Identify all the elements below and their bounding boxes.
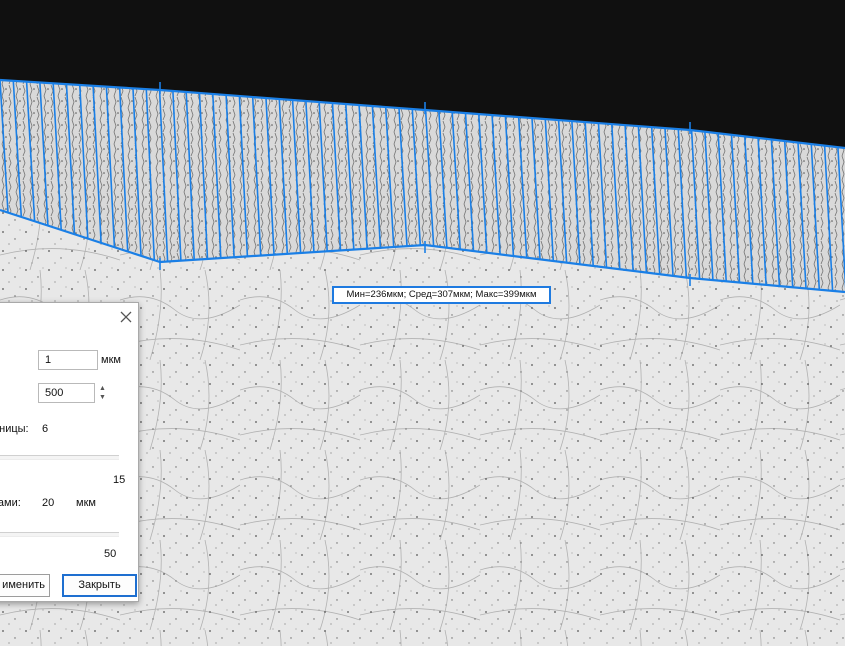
slider2-track[interactable] (0, 532, 119, 537)
step-label: тами: (0, 497, 21, 509)
measurement-dialog: 1 мкм 500 ▲ ▼ аницы: 6 15 тами: 20 мкм 5… (0, 302, 139, 602)
field1-unit: мкм (101, 354, 121, 366)
slider1-track[interactable] (0, 455, 119, 460)
step-value: 20 (42, 497, 55, 509)
field2-input[interactable]: 500 (38, 383, 95, 403)
boundary-value: 6 (42, 423, 49, 435)
boundary-label: аницы: (0, 423, 29, 435)
slider2-value: 50 (104, 548, 117, 560)
step-unit: мкм (76, 497, 96, 509)
close-icon[interactable] (118, 309, 134, 325)
dialog-close-button[interactable]: Закрыть (62, 574, 137, 597)
spin-up-icon[interactable]: ▲ (99, 385, 106, 393)
slider1-value: 15 (113, 474, 126, 486)
apply-button[interactable]: именить (0, 574, 50, 597)
measurement-summary-label: Мин=236мкм; Сред=307мкм; Макс=399мкм (332, 286, 551, 304)
spin-down-icon[interactable]: ▼ (99, 394, 106, 402)
field1-input[interactable]: 1 (38, 350, 98, 370)
